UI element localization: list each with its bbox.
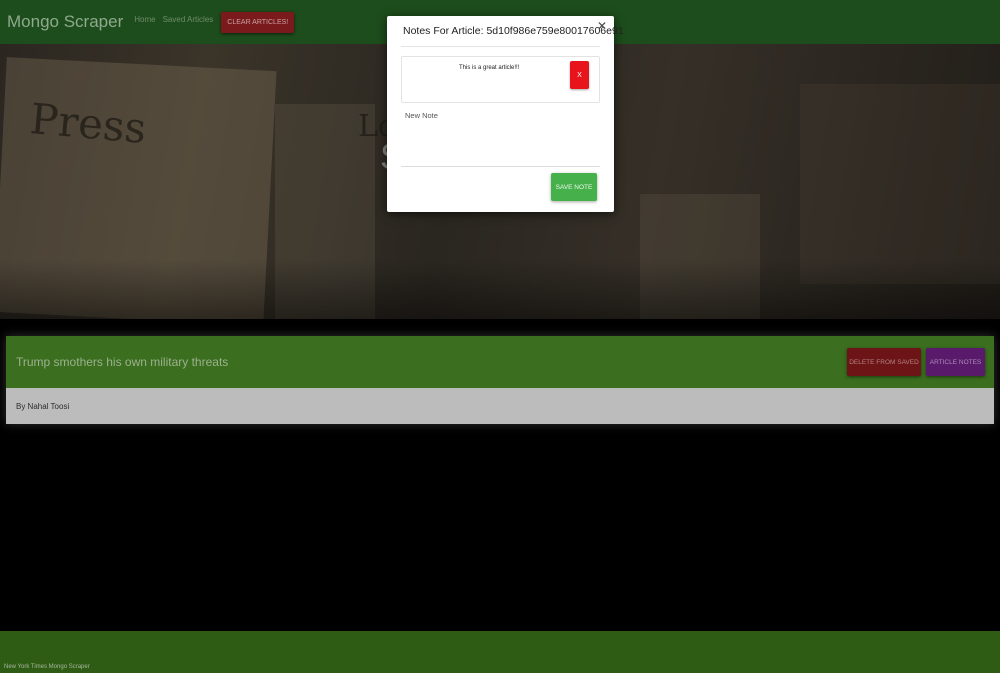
save-note-button[interactable]: SAVE NOTE [551,173,597,201]
clear-articles-button[interactable]: CLEAR ARTICLES! [221,11,295,33]
newspaper-masthead-graphic: Press [28,94,149,153]
note-text: This is a great article!!! [459,65,520,71]
footer-text: New York Times Mongo Scraper [4,664,90,670]
new-note-label: New Note [405,111,438,120]
note-item: This is a great article!!! X [401,56,600,103]
article-notes-button[interactable]: ARTICLE NOTES [926,348,985,376]
article-card-body: By Nahal Toosi [6,388,994,424]
modal-title: Notes For Article: 5d10f986e759e80017606… [403,25,624,37]
article-title[interactable]: Trump smothers his own military threats [16,355,228,369]
notes-modal: Notes For Article: 5d10f986e759e80017606… [387,16,624,212]
delete-from-saved-button[interactable]: DELETE FROM SAVED [847,348,921,376]
brand-title[interactable]: Mongo Scraper [7,12,123,32]
new-note-input[interactable] [401,122,600,167]
page: Mongo Scraper Home Saved Articles CLEAR … [0,0,1000,673]
newspaper-background [800,84,1000,284]
modal-divider [401,46,600,47]
close-icon[interactable]: ✕ [597,19,607,33]
nav-link-home[interactable]: Home [134,15,155,24]
delete-note-button[interactable]: X [570,61,589,89]
nav-link-saved-articles[interactable]: Saved Articles [163,15,214,24]
article-card-header: Trump smothers his own military threats … [6,336,994,388]
footer: New York Times Mongo Scraper [0,631,1000,673]
article-author: By Nahal Toosi [16,401,70,411]
hero-shade [0,259,1000,319]
article-card: Trump smothers his own military threats … [6,336,994,424]
